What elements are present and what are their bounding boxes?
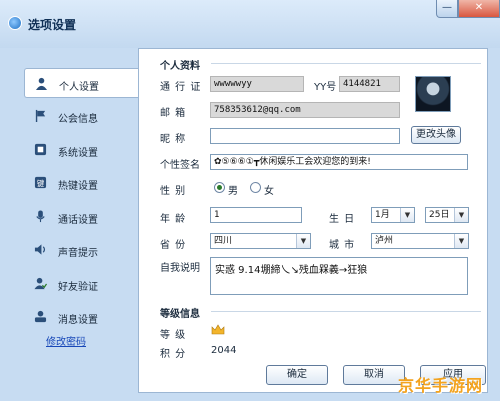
chevron-down-icon: ▼	[454, 234, 468, 248]
section-divider	[211, 63, 481, 64]
sidebar-item-label: 个人设置	[59, 82, 99, 93]
chevron-down-icon: ▼	[400, 208, 414, 222]
chevron-down-icon: ▼	[454, 208, 468, 222]
speaker-icon	[34, 244, 46, 255]
nickname-label: 昵 称	[160, 134, 187, 145]
level-section-title: 等级信息	[160, 309, 200, 320]
birthday-label: 生 日	[329, 214, 356, 225]
city-value: 泸州	[375, 236, 394, 246]
sidebar-item-label: 好友验证	[58, 282, 98, 293]
gender-male-label: 男	[228, 186, 239, 197]
bio-textarea[interactable]: 实惑 9.14堋締乀↘残血槑義→狂狼	[210, 257, 468, 295]
gender-label: 性 别	[160, 186, 187, 197]
flag-icon	[35, 109, 46, 122]
app-icon	[8, 16, 22, 30]
pass-field: wwwwwyy	[210, 76, 304, 92]
birth-day-value: 25日	[429, 210, 450, 220]
profile-section-title: 个人资料	[160, 61, 200, 72]
city-label: 城 市	[329, 240, 356, 251]
nickname-input[interactable]	[210, 128, 400, 144]
sidebar-item-call[interactable]: 通话设置	[24, 202, 138, 232]
province-select[interactable]: 四川 ▼	[210, 233, 311, 249]
sidebar-item-message[interactable]: 消息设置	[24, 302, 138, 332]
chevron-down-icon: ▼	[296, 234, 310, 248]
microphone-icon	[36, 210, 45, 223]
sidebar-item-label: 公会信息	[58, 114, 98, 125]
gender-female-radio[interactable]	[250, 182, 261, 193]
age-label: 年 龄	[160, 214, 187, 225]
email-label: 邮 箱	[160, 108, 187, 119]
crown-icon	[211, 324, 225, 335]
gender-male-radio[interactable]	[214, 182, 225, 193]
email-field: 758353612@qq.com	[210, 102, 400, 118]
sidebar-item-label: 消息设置	[58, 315, 98, 326]
birth-month-select[interactable]: 1月 ▼	[371, 207, 415, 223]
signature-input[interactable]: ✿⑤⑥⑥①┳休闲娱乐工会欢迎您的到来!	[210, 154, 468, 170]
points-label: 积 分	[160, 349, 187, 360]
system-icon	[34, 143, 47, 156]
yy-number-field: 4144821	[339, 76, 400, 92]
sidebar-item-label: 通话设置	[58, 215, 98, 226]
province-label: 省 份	[160, 240, 187, 251]
svg-text:键: 键	[37, 178, 45, 188]
window-title: 选项设置	[28, 18, 77, 32]
city-select[interactable]: 泸州 ▼	[371, 233, 469, 249]
points-value: 2044	[211, 345, 237, 356]
title-bar: 选项设置 — ✕	[0, 0, 500, 48]
gender-female-label: 女	[264, 186, 275, 197]
friend-verify-icon	[34, 277, 47, 290]
sidebar-item-guild[interactable]: 公会信息	[24, 101, 138, 131]
keyboard-icon: 键	[34, 176, 47, 189]
personal-settings-panel: 个人资料 通 行 证 wwwwwyy YY号 4144821 邮 箱 75835…	[138, 48, 488, 393]
signature-label: 个性签名	[160, 160, 200, 171]
birth-day-select[interactable]: 25日 ▼	[425, 207, 469, 223]
bio-label: 自我说明	[160, 263, 200, 274]
birth-month-value: 1月	[375, 210, 390, 220]
sidebar-item-label: 系统设置	[58, 148, 98, 159]
sidebar-item-label: 声音提示	[58, 248, 98, 259]
sidebar-item-hotkey[interactable]: 键 热键设置	[24, 168, 138, 198]
grade-label: 等 级	[160, 330, 187, 341]
cancel-button[interactable]: 取消	[343, 365, 405, 385]
options-window: 选项设置 — ✕ 个人设置 公会信息 系统设置 键 热键设置 通话设置 声音提示	[0, 0, 500, 401]
change-avatar-button[interactable]: 更改头像	[411, 126, 461, 144]
site-watermark: 京华手游网	[398, 376, 484, 395]
sidebar-item-personal[interactable]: 个人设置	[24, 68, 140, 98]
change-password-link[interactable]: 修改密码	[46, 333, 86, 348]
close-button[interactable]: ✕	[458, 0, 500, 18]
sidebar-item-friend-verify[interactable]: 好友验证	[24, 269, 138, 299]
yy-label: YY号	[314, 82, 337, 93]
settings-sidebar: 个人设置 公会信息 系统设置 键 热键设置 通话设置 声音提示 好友验证 消息设	[24, 60, 140, 360]
message-icon	[34, 310, 47, 323]
pass-label: 通 行 证	[160, 82, 202, 93]
person-icon	[35, 77, 48, 90]
avatar	[415, 76, 451, 112]
sidebar-item-sound[interactable]: 声音提示	[24, 235, 138, 265]
age-input[interactable]: 1	[210, 207, 302, 223]
sidebar-item-system[interactable]: 系统设置	[24, 135, 138, 165]
ok-button[interactable]: 确定	[266, 365, 328, 385]
section-divider	[211, 311, 481, 312]
province-value: 四川	[214, 236, 233, 246]
minimize-button[interactable]: —	[436, 0, 458, 18]
sidebar-item-label: 热键设置	[58, 181, 98, 192]
